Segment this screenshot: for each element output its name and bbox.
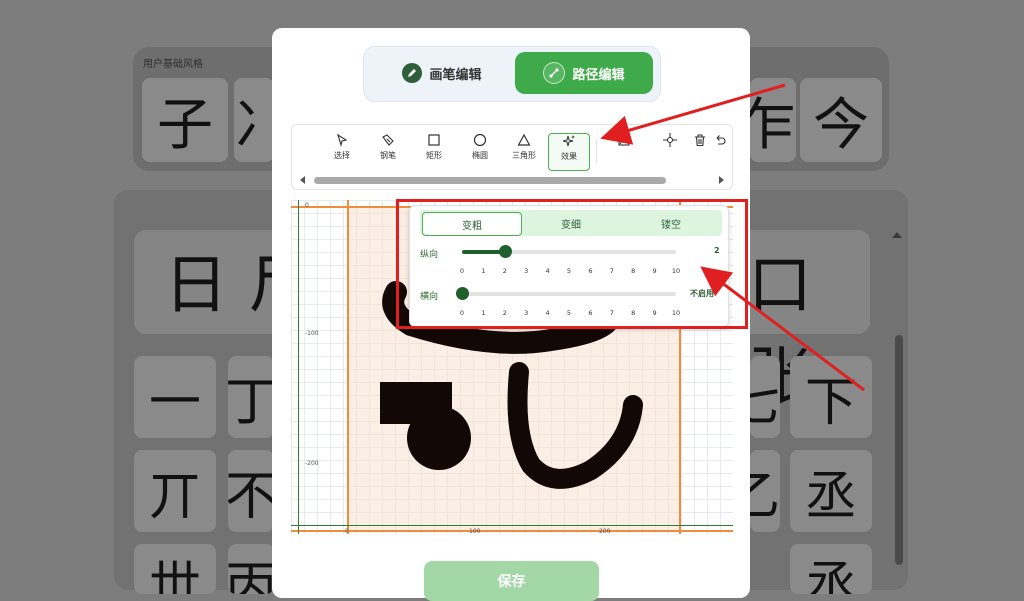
cursor-icon (337, 133, 348, 147)
undo-icon (716, 135, 726, 145)
glyph-tile[interactable]: 七 (750, 356, 780, 438)
tool-rectangle[interactable]: 矩形 (414, 133, 454, 169)
glyph-tile[interactable]: 丌 (134, 450, 216, 532)
tool-ellipse[interactable]: 椭圆 (460, 133, 500, 169)
triangle-icon (517, 133, 531, 146)
sparkle-icon (562, 135, 575, 147)
image-icon (618, 134, 630, 146)
edit-mode-switch: 画笔编辑 路径编辑 (363, 46, 661, 102)
scroll-right-icon[interactable] (719, 176, 724, 184)
glyph-tile[interactable]: 不 (228, 450, 274, 532)
tool-pen[interactable]: 钢笔 (368, 133, 408, 169)
scroll-up-icon[interactable] (892, 232, 902, 238)
glyph-tile[interactable]: 丁 (228, 356, 274, 438)
pen-edit-tab[interactable]: 画笔编辑 (372, 52, 512, 94)
glyph-tile[interactable]: 下 (790, 356, 872, 438)
tool-effects[interactable]: 效果 (548, 133, 590, 171)
glyph-tile[interactable]: 丞 (790, 544, 872, 594)
ellipse-icon (473, 133, 487, 147)
section-title: 用户基础风格 (143, 59, 203, 70)
scroll-left-icon[interactable] (300, 176, 305, 184)
glyph-tile[interactable]: 乍 (750, 78, 796, 162)
save-button[interactable]: 保存 (424, 561, 599, 601)
tool-select[interactable]: 选择 (322, 133, 362, 169)
pen-nib-icon (382, 134, 394, 146)
vertical-scrollbar[interactable] (895, 335, 903, 565)
glyph-tile[interactable]: 一 (134, 356, 216, 438)
tool-image[interactable] (604, 133, 644, 169)
toolbar-horizontal-scrollbar[interactable] (300, 175, 724, 185)
glyph-tile[interactable]: 丗 (134, 544, 216, 594)
path-icon (543, 62, 566, 84)
glyph-tile[interactable]: 今 (800, 78, 882, 162)
glyph-tile[interactable]: 丞 (790, 450, 872, 532)
tool-undo[interactable] (710, 133, 730, 169)
glyph-tile[interactable]: 冫 (234, 78, 274, 162)
scrollbar-thumb[interactable] (314, 177, 666, 184)
pen-icon (402, 63, 423, 83)
annotation-highlight-box (396, 199, 748, 329)
path-edit-tab[interactable]: 路径编辑 (515, 52, 653, 94)
toolbar-divider (596, 139, 597, 163)
crosshair-icon (663, 133, 677, 147)
glyph-tile[interactable]: 子 (142, 78, 228, 162)
rectangle-icon (428, 134, 440, 146)
glyph-tile[interactable]: 丙 (228, 544, 274, 594)
glyph-tile[interactable]: 乙 (750, 450, 780, 532)
trash-icon (695, 134, 705, 147)
path-toolbar: 选择 钢笔 矩形 椭圆 三角形 效果 (291, 124, 733, 190)
tool-triangle[interactable]: 三角形 (504, 133, 544, 169)
